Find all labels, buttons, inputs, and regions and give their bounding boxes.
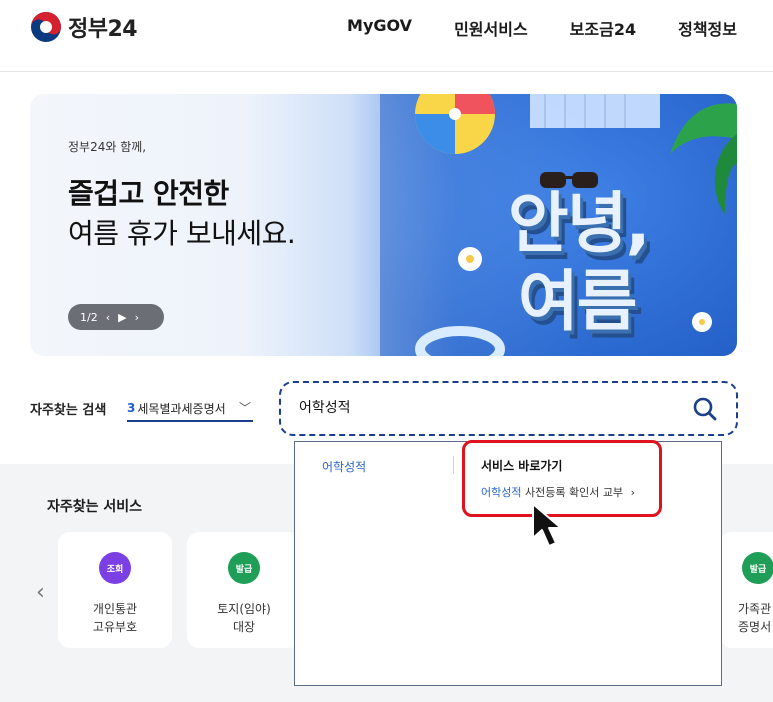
nav-subsidy[interactable]: 보조금24 [570, 16, 636, 40]
slide-play-icon[interactable]: ▶ [118, 311, 126, 324]
service-name-line2: 고유부호 [92, 620, 138, 634]
mouse-cursor-icon [532, 503, 562, 547]
site-header: 정부24 MyGOV 민원서비스 보조금24 정책정보 [0, 0, 773, 72]
chevron-down-icon: ﹀ [238, 401, 251, 415]
autocomplete-suggestion[interactable]: 어학성적 [322, 458, 366, 475]
frequent-search-label: 자주찾는 검색 [30, 403, 107, 418]
service-name: 개인통관 고유부호 [58, 600, 172, 636]
slide-controls: 1/2 ‹ ▶ › [68, 304, 164, 330]
frequent-services-title: 자주찾는 서비스 [47, 499, 143, 515]
banner-title-line1: 즐겁고 안전한 [68, 177, 229, 210]
nav-mygov[interactable]: MyGOV [347, 16, 412, 40]
slide-next-icon[interactable]: › [135, 311, 139, 324]
nav-civil-service[interactable]: 민원서비스 [454, 16, 528, 40]
banner-art-text-line2: 여름 [518, 263, 637, 340]
issue-badge-icon: 발급 [228, 552, 260, 584]
main-nav: MyGOV 민원서비스 보조금24 정책정보 [305, 16, 737, 40]
service-card-family-relation[interactable]: 발급 가족관 증명서 [720, 532, 773, 648]
search-icon[interactable] [692, 396, 718, 422]
logo-text: 정부24 [68, 17, 138, 42]
taegeuk-logo-icon [31, 12, 61, 42]
nav-policy-info[interactable]: 정책정보 [678, 16, 737, 40]
service-name-line2: 대장 [232, 620, 256, 634]
inquiry-badge-icon: 조회 [99, 552, 131, 584]
service-card-customs-code[interactable]: 조회 개인통관 고유부호 [58, 532, 172, 648]
search-box [279, 381, 738, 436]
banner-subtitle: 정부24와 함께, [68, 140, 147, 154]
service-name: 토지(임야) 대장 [187, 600, 301, 636]
carousel-prev-icon[interactable]: ‹ [36, 580, 45, 605]
frequent-search-select[interactable]: 3 세목별과세증명서 ﹀ [127, 396, 253, 422]
service-card-land-register[interactable]: 발급 토지(임야) 대장 [187, 532, 301, 648]
banner-title-line2: 여름 휴가 보내세요. [68, 217, 296, 250]
dropdown-divider [453, 456, 454, 474]
service-name-line2: 증명서 [738, 620, 772, 634]
slide-indicator: 1/2 [80, 310, 98, 324]
service-name-line1: 가족관 [738, 602, 772, 616]
logo[interactable]: 정부24 [30, 11, 138, 43]
frequent-search-rank: 3 [127, 401, 136, 415]
service-name: 가족관 증명서 [738, 600, 773, 636]
search-input[interactable] [299, 399, 679, 415]
service-name-line1: 토지(임야) [217, 602, 271, 616]
hero-banner[interactable]: 정부24와 함께, 즐겁고 안전한 여름 휴가 보내세요. 1/2 ‹ ▶ › [30, 94, 737, 356]
slide-prev-icon[interactable]: ‹ [106, 311, 110, 324]
issue-badge-icon: 발급 [742, 552, 773, 584]
service-name-line1: 개인통관 [92, 602, 138, 616]
frequent-search-term: 세목별과세증명서 [137, 401, 226, 416]
